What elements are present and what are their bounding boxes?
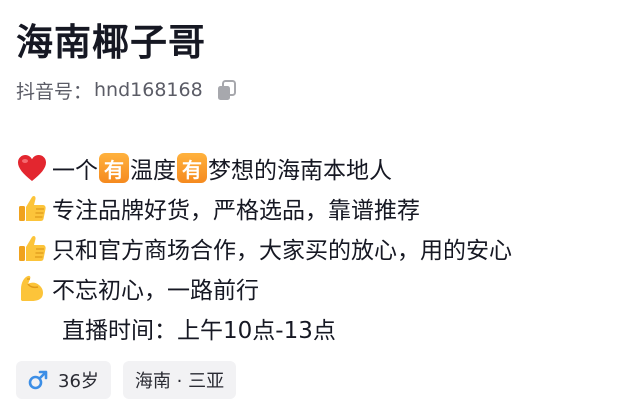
- thumbs-up-emoji: [16, 232, 48, 264]
- live-schedule-text: 直播时间：上午10点-13点: [62, 318, 336, 344]
- location-tag[interactable]: 海南 · 三亚: [122, 361, 237, 399]
- bio-line-1-text-c: 梦想的海南本地人: [208, 158, 392, 184]
- age-tag[interactable]: 36岁: [16, 361, 111, 399]
- bio-line-4-text: 不忘初心，一路前行: [52, 278, 259, 304]
- copy-icon[interactable]: [215, 78, 239, 102]
- you-badge-1: 有: [99, 153, 129, 183]
- bio-line-1-text-b: 温度: [130, 158, 176, 184]
- bio-line-4: 不忘初心，一路前行: [16, 268, 512, 308]
- age-text: 36岁: [58, 371, 99, 392]
- profile-tags: 36岁 海南 · 三亚: [16, 361, 237, 399]
- red-heart-emoji: [16, 152, 48, 184]
- bio-line-2: 专注品牌好货，严格选品，靠谱推荐: [16, 188, 512, 228]
- bio-line-1: 一个 有 温度 有 梦想的海南本地人: [16, 148, 512, 188]
- account-id-row: 抖音号： hnd168168: [16, 76, 239, 104]
- bio-line-3-text: 只和官方商场合作，大家买的放心，用的安心: [52, 238, 512, 264]
- you-badge-2: 有: [177, 153, 207, 183]
- account-id-value: hnd168168: [94, 79, 203, 101]
- bio-line-3: 只和官方商场合作，大家买的放心，用的安心: [16, 228, 512, 268]
- location-text: 海南 · 三亚: [134, 371, 225, 392]
- flexed-biceps-emoji: [16, 272, 48, 304]
- bio-line-2-text: 专注品牌好货，严格选品，靠谱推荐: [52, 198, 420, 224]
- account-id-label: 抖音号：: [16, 80, 93, 103]
- profile-name: 海南椰子哥: [16, 21, 206, 64]
- thumbs-up-emoji: [16, 192, 48, 224]
- bio-line-1-text-a: 一个: [52, 158, 98, 184]
- bio-section: 一个 有 温度 有 梦想的海南本地人 专注品牌好货，严格选品，靠谱推荐 只和官方…: [16, 148, 512, 348]
- male-sign-icon: [28, 370, 48, 390]
- bio-line-5: 直播时间：上午10点-13点: [16, 308, 512, 348]
